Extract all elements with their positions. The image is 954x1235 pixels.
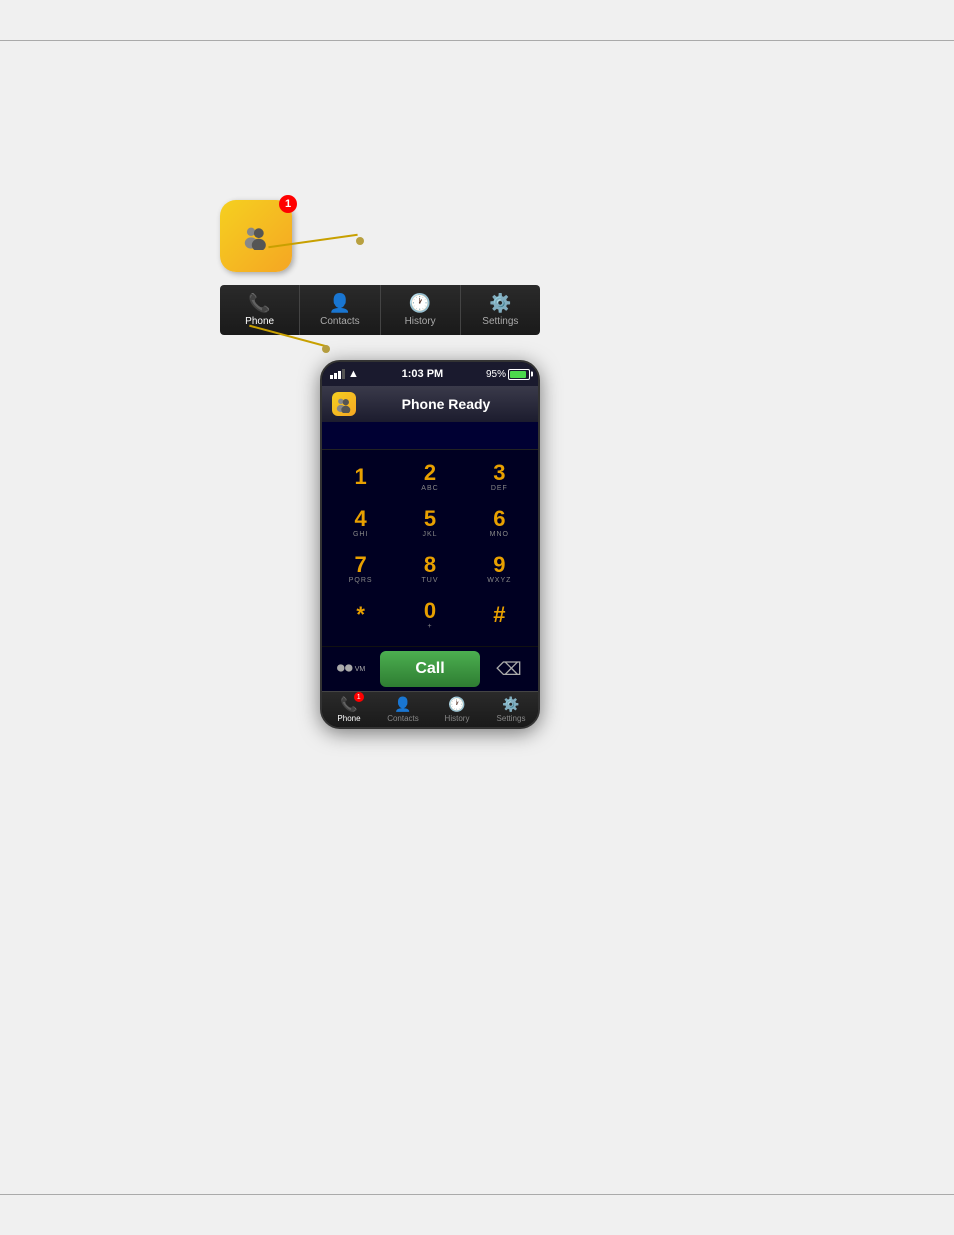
dial-key-3[interactable]: 3 DEF xyxy=(465,456,534,498)
call-button[interactable]: Call xyxy=(380,651,480,687)
dial-key-0-letters: + xyxy=(427,623,432,630)
voicemail-button[interactable]: ⏺⏺ VM xyxy=(326,651,376,687)
phone-tab-contacts-label: Contacts xyxy=(387,714,419,723)
dial-key-0-number: 0 xyxy=(424,600,436,622)
action-row: ⏺⏺ VM Call ⌫ xyxy=(322,646,538,691)
dial-key-6-number: 6 xyxy=(493,508,505,530)
phone-tab-bar: 📞 1 Phone 👤 Contacts 🕐 History ⚙️ Settin… xyxy=(322,691,538,727)
app-icon-area: 1 xyxy=(220,200,292,272)
signal-bar-1 xyxy=(330,375,333,379)
phone-tab-history[interactable]: 🕐 History xyxy=(430,692,484,727)
dial-key-6[interactable]: 6 MNO xyxy=(465,502,534,544)
battery-area: 95% xyxy=(486,369,530,380)
settings-icon-large: ⚙️ xyxy=(489,293,511,314)
dial-key-9[interactable]: 9 WXYZ xyxy=(465,548,534,590)
nav-title: Phone Ready xyxy=(364,396,528,412)
dial-key-5[interactable]: 5 JKL xyxy=(395,502,464,544)
dial-key-0[interactable]: 0 + xyxy=(395,594,464,636)
status-bar: ▲ 1:03 PM 95% xyxy=(322,362,538,386)
phone-tab-settings-icon: ⚙️ xyxy=(502,696,519,713)
dial-key-9-letters: WXYZ xyxy=(487,577,511,584)
battery-pct: 95% xyxy=(486,369,506,380)
delete-icon: ⌫ xyxy=(496,659,521,680)
dial-key-2-letters: ABC xyxy=(421,485,438,492)
dial-key-1[interactable]: 1 xyxy=(326,456,395,498)
dialpad-row-4: * 0 + # xyxy=(326,594,534,636)
tab-settings-large[interactable]: ⚙️ Settings xyxy=(461,285,540,335)
dial-key-8-letters: TUV xyxy=(421,577,438,584)
dial-key-hash[interactable]: # xyxy=(465,594,534,636)
app-icon-badge: 1 xyxy=(279,195,297,213)
dial-key-4-letters: GHI xyxy=(353,531,368,538)
dial-key-hash-symbol: # xyxy=(493,602,505,628)
dial-key-7[interactable]: 7 PQRS xyxy=(326,548,395,590)
dial-key-9-number: 9 xyxy=(493,554,505,576)
phone-tab-phone[interactable]: 📞 1 Phone xyxy=(322,692,376,727)
app-icon[interactable]: 1 xyxy=(220,200,292,272)
call-button-label: Call xyxy=(415,660,444,678)
dial-key-8[interactable]: 8 TUV xyxy=(395,548,464,590)
nav-bar: Phone Ready xyxy=(322,386,538,422)
phone-tab-phone-badge: 1 xyxy=(354,692,364,702)
phone-tab-settings-label: Settings xyxy=(497,714,526,723)
dial-key-8-number: 8 xyxy=(424,554,436,576)
signal-bar-3 xyxy=(338,371,341,379)
phone-tab-history-icon: 🕐 xyxy=(448,696,465,713)
dial-key-7-letters: PQRS xyxy=(349,577,373,584)
delete-button[interactable]: ⌫ xyxy=(484,651,534,687)
people-icon xyxy=(242,222,270,250)
voicemail-icon: ⏺⏺ xyxy=(337,660,353,678)
tab-bar-large: 📞 Phone 👤 Contacts 🕐 History ⚙️ Settings xyxy=(220,285,540,335)
signal-bar-2 xyxy=(334,373,337,379)
dial-key-star[interactable]: * xyxy=(326,594,395,636)
dialpad-row-1: 1 2 ABC 3 DEF xyxy=(326,456,534,498)
history-icon-large: 🕐 xyxy=(409,293,431,314)
dial-key-star-symbol: * xyxy=(356,602,365,628)
page-rule-bottom xyxy=(0,1194,954,1195)
dial-key-3-number: 3 xyxy=(493,462,505,484)
phone-tab-settings[interactable]: ⚙️ Settings xyxy=(484,692,538,727)
stylus-tip-mid xyxy=(322,345,330,353)
display-area xyxy=(322,422,538,450)
wifi-icon: ▲ xyxy=(348,368,359,380)
signal-bars xyxy=(330,369,345,379)
dial-key-6-letters: MNO xyxy=(490,531,509,538)
tab-contacts-label-large: Contacts xyxy=(320,316,359,327)
status-time: 1:03 PM xyxy=(402,368,444,380)
voicemail-label: VM xyxy=(355,666,366,673)
stylus-tip-top xyxy=(356,237,364,245)
tab-settings-label-large: Settings xyxy=(482,316,518,327)
dialpad-row-3: 7 PQRS 8 TUV 9 WXYZ xyxy=(326,548,534,590)
battery-icon xyxy=(508,369,530,380)
nav-logo-icon xyxy=(335,395,353,413)
signal-bar-4 xyxy=(342,369,345,379)
signal-area: ▲ xyxy=(330,368,359,380)
tab-history-label-large: History xyxy=(405,316,436,327)
phone-mockup: ▲ 1:03 PM 95% Phone Ready 1 xyxy=(320,360,540,729)
contacts-icon-large: 👤 xyxy=(329,293,351,314)
dial-key-2-number: 2 xyxy=(424,462,436,484)
dial-key-4[interactable]: 4 GHI xyxy=(326,502,395,544)
dial-key-2[interactable]: 2 ABC xyxy=(395,456,464,498)
tab-history-large[interactable]: 🕐 History xyxy=(381,285,461,335)
phone-tab-contacts[interactable]: 👤 Contacts xyxy=(376,692,430,727)
phone-tab-phone-icon: 📞 1 xyxy=(340,696,357,713)
dial-key-5-number: 5 xyxy=(424,508,436,530)
dial-key-4-number: 4 xyxy=(355,508,367,530)
page-rule-top xyxy=(0,40,954,41)
battery-fill xyxy=(510,371,526,378)
phone-tab-contacts-icon: 👤 xyxy=(394,696,411,713)
dialpad-row-2: 4 GHI 5 JKL 6 MNO xyxy=(326,502,534,544)
phone-tab-phone-label: Phone xyxy=(337,714,360,723)
dial-key-1-number: 1 xyxy=(355,466,367,488)
dial-key-7-number: 7 xyxy=(355,554,367,576)
tab-contacts-large[interactable]: 👤 Contacts xyxy=(300,285,380,335)
nav-logo xyxy=(332,392,356,416)
phone-tab-history-label: History xyxy=(445,714,470,723)
dialpad: 1 2 ABC 3 DEF 4 GHI 5 JKL 6 xyxy=(322,450,538,646)
dial-key-5-letters: JKL xyxy=(422,531,437,538)
dial-key-3-letters: DEF xyxy=(491,485,508,492)
phone-icon-large: 📞 xyxy=(248,293,270,314)
